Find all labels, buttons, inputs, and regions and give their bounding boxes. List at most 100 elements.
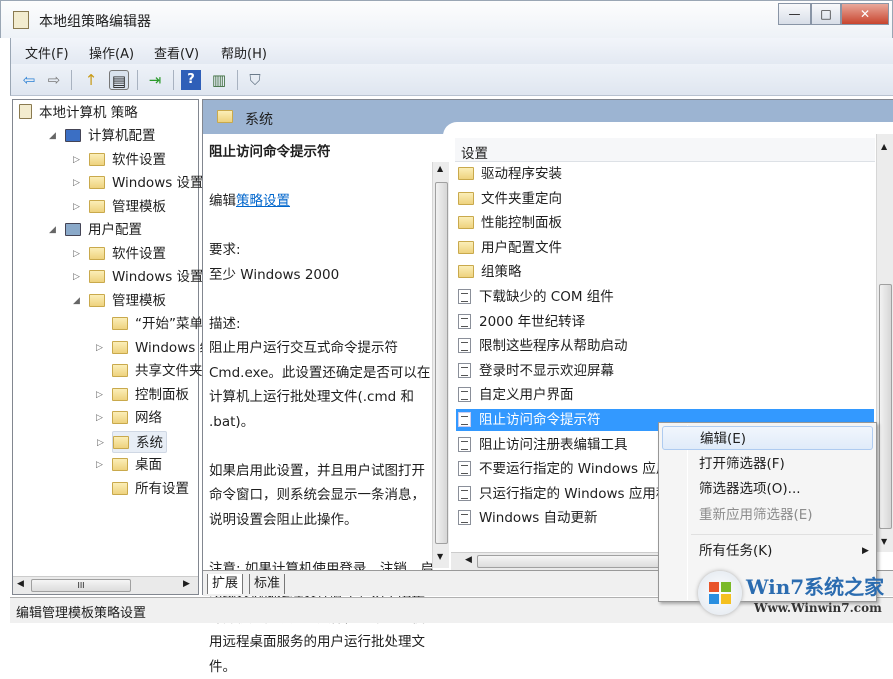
list-item[interactable]: 自定义用户界面 bbox=[456, 384, 874, 406]
menu-help[interactable]: 帮助(H) bbox=[221, 43, 267, 62]
tree-node[interactable]: ▷系统 bbox=[112, 431, 167, 453]
scroll-up-icon[interactable]: ▲ bbox=[881, 142, 887, 151]
column-header-settings[interactable]: 设置 bbox=[455, 138, 875, 162]
list-item[interactable]: 下载缺少的 COM 组件 bbox=[456, 286, 874, 308]
tree-label: 控制面板 bbox=[135, 387, 189, 403]
list-vertical-scrollbar[interactable]: ▲ ▼ bbox=[876, 134, 893, 552]
expand-arrow-icon[interactable]: ▷ bbox=[96, 454, 103, 476]
scroll-down-icon[interactable]: ▼ bbox=[437, 552, 443, 561]
show-action-pane-icon[interactable]: ▥ bbox=[209, 70, 229, 90]
list-item-label: Windows 自动更新 bbox=[479, 510, 598, 526]
menu-item-all-tasks[interactable]: 所有任务(K)▶ bbox=[662, 539, 873, 563]
watermark-brand: Win7系统之家 bbox=[746, 571, 884, 600]
edit-prefix: 编辑 bbox=[209, 193, 236, 209]
forward-icon[interactable]: ⇨ bbox=[44, 70, 64, 90]
menu-item-open-filter[interactable]: 打开筛选器(F) bbox=[662, 452, 873, 476]
scroll-right-icon[interactable]: ▶ bbox=[183, 579, 190, 589]
tab-standard[interactable]: 标准 bbox=[249, 574, 285, 594]
expand-arrow-icon[interactable]: ▷ bbox=[96, 337, 103, 359]
toolbar-separator bbox=[237, 70, 238, 90]
policy-setting-icon bbox=[458, 314, 471, 329]
tree-node[interactable]: ▷管理模板 bbox=[89, 196, 166, 218]
menu-item-filter-options[interactable]: 筛选器选项(O)... bbox=[662, 477, 873, 501]
help-icon[interactable]: ? bbox=[181, 70, 201, 90]
up-folder-icon[interactable]: ↑ bbox=[81, 70, 101, 90]
tree-node[interactable]: “开始”菜单 bbox=[112, 313, 203, 335]
tab-extended[interactable]: 扩展 bbox=[207, 574, 243, 594]
tree-node[interactable]: ▷Windows 设置 bbox=[89, 172, 204, 194]
scroll-thumb[interactable] bbox=[435, 182, 448, 544]
users-icon bbox=[65, 223, 81, 236]
expand-arrow-icon[interactable]: ▷ bbox=[73, 172, 80, 194]
back-icon[interactable]: ⇦ bbox=[19, 70, 39, 90]
list-item[interactable]: 限制这些程序从帮助启动 bbox=[456, 335, 874, 357]
menu-file[interactable]: 文件(F) bbox=[25, 43, 69, 62]
tree-label: 共享文件夹 bbox=[135, 363, 203, 379]
watermark-logo: Win7系统之家 Www.Winwin7.com bbox=[694, 565, 893, 623]
scroll-thumb[interactable]: III bbox=[31, 579, 131, 592]
tree-node[interactable]: ▷网络 bbox=[112, 407, 162, 429]
scroll-up-icon[interactable]: ▲ bbox=[437, 164, 443, 173]
tree-node[interactable]: ◢用户配置 bbox=[65, 219, 142, 241]
expand-arrow-icon[interactable]: ▷ bbox=[73, 266, 80, 288]
tree-node[interactable]: 共享文件夹 bbox=[112, 360, 203, 382]
scroll-down-icon[interactable]: ▼ bbox=[881, 537, 887, 546]
maximize-button[interactable]: □ bbox=[811, 3, 841, 25]
tree-horizontal-scrollbar[interactable]: ◀ III ▶ bbox=[13, 576, 198, 594]
policy-icon bbox=[19, 104, 32, 119]
navigation-tree: 本地计算机 策略 ◢计算机配置▷软件设置▷Windows 设置▷管理模板◢用户配… bbox=[12, 99, 199, 595]
export-list-icon[interactable]: ⇥ bbox=[145, 70, 165, 90]
tree-node[interactable]: ▷Windows 设置 bbox=[89, 266, 204, 288]
list-item[interactable]: 登录时不显示欢迎屏幕 bbox=[456, 360, 874, 382]
collapse-arrow-icon[interactable]: ◢ bbox=[49, 219, 56, 241]
list-item-label: 用户配置文件 bbox=[481, 240, 562, 256]
list-item[interactable]: 2000 年世纪转译 bbox=[456, 311, 874, 333]
tree-node[interactable]: ▷软件设置 bbox=[89, 149, 166, 171]
show-hide-tree-icon[interactable]: ▤ bbox=[109, 70, 129, 90]
menu-item-edit[interactable]: 编辑(E) bbox=[662, 426, 873, 450]
expand-arrow-icon[interactable]: ▷ bbox=[73, 196, 80, 218]
edit-policy-link[interactable]: 策略设置 bbox=[236, 193, 290, 209]
policy-setting-icon bbox=[458, 363, 471, 378]
folder-icon bbox=[112, 388, 128, 401]
filter-icon[interactable]: ⛉ bbox=[245, 70, 265, 90]
list-item[interactable]: 组策略 bbox=[456, 261, 874, 283]
close-button[interactable]: ✕ bbox=[841, 3, 889, 25]
tree-node[interactable]: ◢计算机配置 bbox=[65, 125, 156, 147]
scroll-left-icon[interactable]: ◀ bbox=[17, 579, 24, 589]
scroll-left-icon[interactable]: ◀ bbox=[465, 555, 472, 565]
tree-node[interactable]: ▷控制面板 bbox=[112, 384, 189, 406]
expand-arrow-icon[interactable]: ▷ bbox=[97, 432, 104, 454]
list-item[interactable]: 驱动程序安装 bbox=[456, 163, 874, 185]
collapse-arrow-icon[interactable]: ◢ bbox=[73, 290, 80, 312]
tree-node[interactable]: ◢管理模板 bbox=[89, 290, 166, 312]
list-item-label: 只运行指定的 Windows 应用程序 bbox=[479, 486, 683, 502]
tree-node[interactable]: ▷软件设置 bbox=[89, 243, 166, 265]
list-item-label: 驱动程序安装 bbox=[481, 166, 562, 182]
menu-action[interactable]: 操作(A) bbox=[89, 43, 134, 62]
scroll-thumb[interactable] bbox=[879, 284, 892, 529]
policy-setting-icon bbox=[458, 486, 471, 501]
list-item[interactable]: 用户配置文件 bbox=[456, 237, 874, 259]
window-title: 本地组策略编辑器 bbox=[39, 11, 151, 31]
tree-root[interactable]: 本地计算机 策略 bbox=[19, 102, 138, 124]
expand-arrow-icon[interactable]: ▷ bbox=[73, 243, 80, 265]
description-scrollbar[interactable]: ▲ ▼ bbox=[432, 162, 449, 568]
computer-icon bbox=[65, 129, 81, 142]
folder-icon bbox=[89, 200, 105, 213]
list-item[interactable]: 文件夹重定向 bbox=[456, 188, 874, 210]
menu-view[interactable]: 查看(V) bbox=[154, 43, 199, 62]
expand-arrow-icon[interactable]: ▷ bbox=[96, 407, 103, 429]
folder-icon bbox=[458, 241, 474, 254]
list-item[interactable]: 性能控制面板 bbox=[456, 212, 874, 234]
folder-icon bbox=[112, 341, 128, 354]
tree-node[interactable]: ▷桌面 bbox=[112, 454, 162, 476]
tree-label: 软件设置 bbox=[112, 152, 166, 168]
expand-arrow-icon[interactable]: ▷ bbox=[96, 384, 103, 406]
list-item-label: 下载缺少的 COM 组件 bbox=[479, 289, 614, 305]
expand-arrow-icon[interactable]: ▷ bbox=[73, 149, 80, 171]
tree-node[interactable]: 所有设置 bbox=[112, 478, 189, 500]
minimize-button[interactable]: — bbox=[778, 3, 811, 25]
toolbar-separator bbox=[137, 70, 138, 90]
collapse-arrow-icon[interactable]: ◢ bbox=[49, 125, 56, 147]
